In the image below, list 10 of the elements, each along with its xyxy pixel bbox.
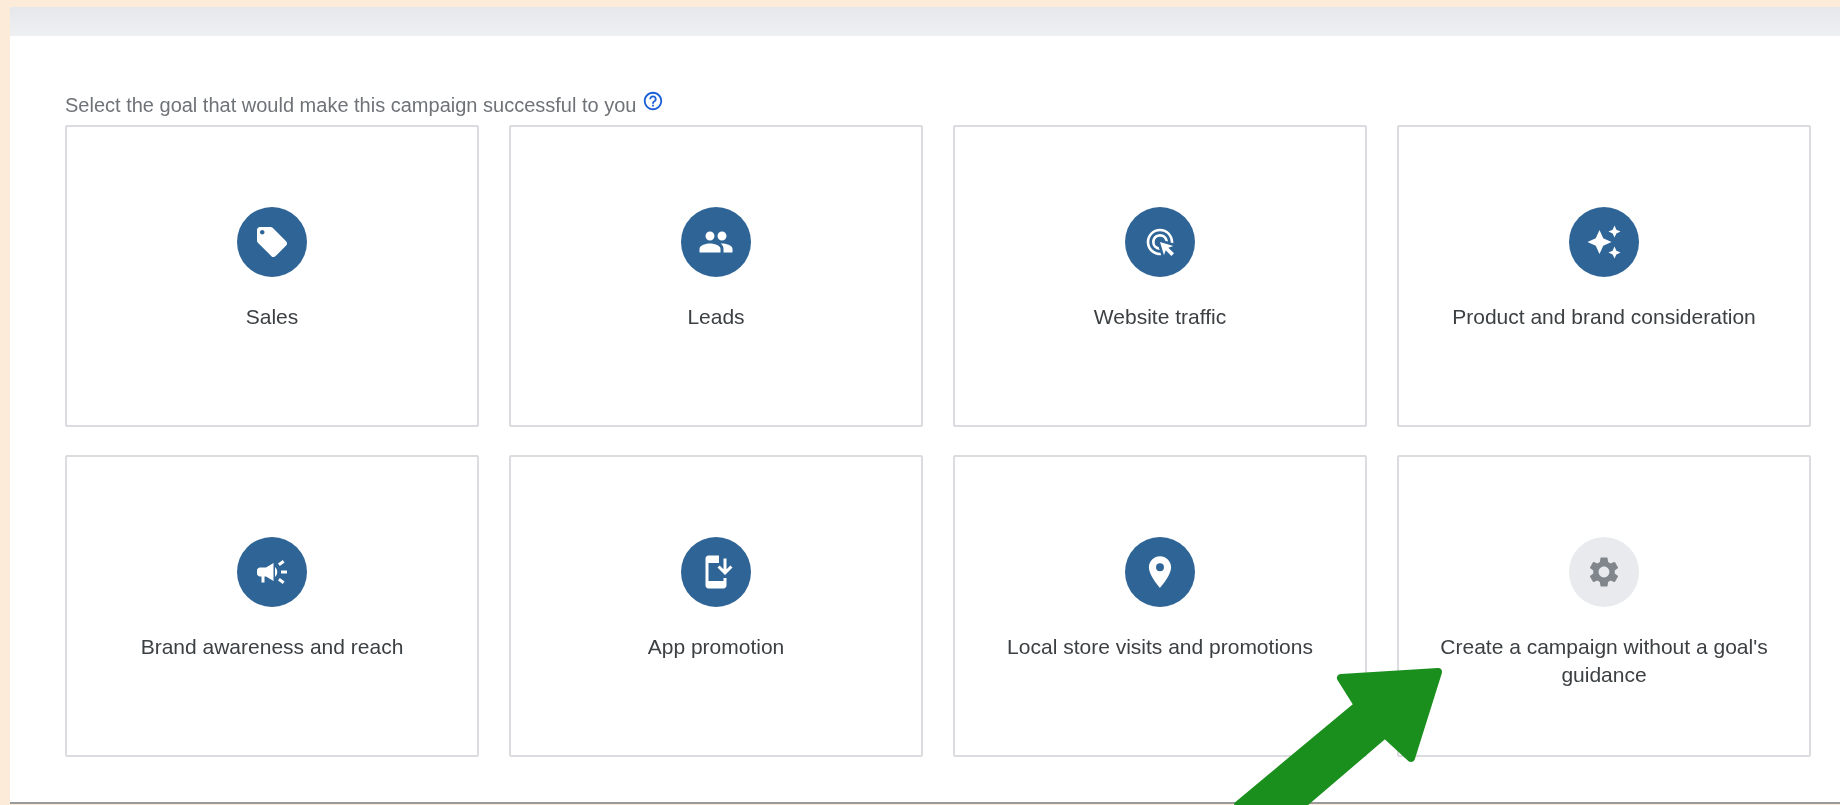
goal-card[interactable]: Sales — [65, 125, 479, 427]
goal-card[interactable]: Brand awareness and reach — [65, 455, 479, 757]
goal-card[interactable]: Local store visits and promotions — [953, 455, 1367, 757]
goal-card[interactable]: Product and brand consideration — [1397, 125, 1811, 427]
goal-prompt: Select the goal that would make this campaign successful to you — [65, 93, 637, 117]
goal-card[interactable]: Leads — [509, 125, 923, 427]
goal-card[interactable]: Create a campaign without a goal's guidance — [1397, 455, 1811, 757]
goal-card[interactable]: App promotion — [509, 455, 923, 757]
goal-card[interactable]: Website traffic — [953, 125, 1367, 427]
help-icon[interactable] — [642, 90, 665, 112]
